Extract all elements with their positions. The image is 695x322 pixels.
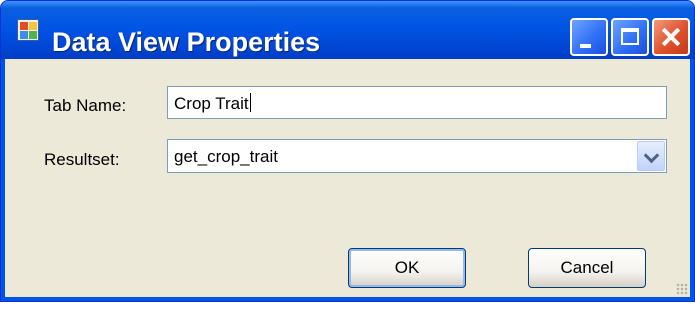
icon-tile (20, 31, 28, 39)
resultset-dropdown-button[interactable] (637, 141, 665, 171)
resultset-select[interactable]: get_crop_trait (167, 139, 667, 173)
maximize-button[interactable] (611, 18, 649, 56)
text-caret (249, 93, 251, 112)
ok-button[interactable]: OK (348, 248, 466, 288)
resize-grip[interactable] (676, 283, 688, 295)
tab-name-input[interactable]: Crop Trait (167, 86, 667, 119)
maximize-icon (621, 28, 639, 45)
icon-tile (29, 31, 37, 39)
tab-name-value: Crop Trait (174, 93, 251, 114)
close-button[interactable] (652, 18, 690, 56)
resultset-label: Resultset: (44, 150, 120, 169)
tab-name-label: Tab Name: (44, 96, 127, 115)
close-icon (654, 20, 688, 54)
resultset-value: get_crop_trait (174, 147, 278, 166)
icon-tile (29, 22, 37, 30)
minimize-icon (580, 44, 591, 48)
data-view-app-icon[interactable] (17, 19, 39, 41)
cancel-button[interactable]: Cancel (528, 248, 646, 288)
tab-name-text: Crop Trait (174, 94, 249, 113)
window-title: Data View Properties (52, 27, 321, 57)
dialog-window: Data View Properties Tab Name: Crop Trai… (0, 0, 695, 302)
icon-tile (20, 22, 28, 30)
dialog-body: Tab Name: Crop Trait Resultset: get_crop… (5, 59, 690, 297)
chevron-down-icon (643, 147, 660, 164)
minimize-button[interactable] (570, 18, 608, 56)
title-bar[interactable]: Data View Properties (1, 1, 694, 59)
